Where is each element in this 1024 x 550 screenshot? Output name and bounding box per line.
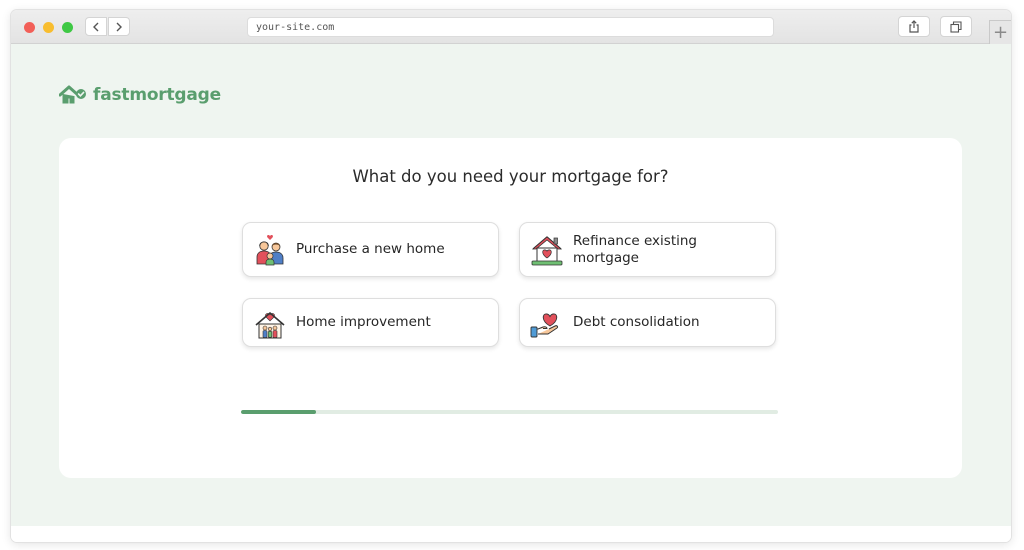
chevron-left-icon [93,22,99,31]
family-icon [256,234,284,265]
hand-heart-icon [530,313,559,337]
progress-bar [241,410,778,414]
questionnaire-card: What do you need your mortgage for? Purc… [59,138,962,478]
option-label: Purchase a new home [296,241,445,257]
maximize-window-button[interactable] [62,22,73,33]
tab-overview-button[interactable] [940,16,972,37]
close-window-button[interactable] [24,22,35,33]
chevron-right-icon [116,22,122,31]
option-label: Debt consolidation [573,314,700,330]
page-content: fastmortgage What do you need your mortg… [11,44,1011,526]
new-tab-button[interactable]: + [989,20,1011,44]
option-purchase-new-home[interactable]: Purchase a new home [242,222,499,277]
option-label: Refinance existing mortgage [573,232,697,266]
plus-icon: + [992,22,1009,43]
option-label: Home improvement [296,314,431,330]
option-refinance-existing-mortgage[interactable]: Refinance existing mortgage [519,222,776,277]
house-check-icon [59,85,86,104]
question-heading: What do you need your mortgage for? [352,167,669,186]
progress-fill [241,410,317,414]
brand-logo[interactable]: fastmortgage [59,82,221,108]
url-text: your-site.com [256,21,335,33]
browser-toolbar: your-site.com + [11,10,1011,44]
minimize-window-button[interactable] [43,22,54,33]
browser-window: your-site.com + fastmortgage What do you… [11,10,1011,542]
tabs-icon [950,20,962,33]
option-debt-consolidation[interactable]: Debt consolidation [519,298,776,347]
house-heart-icon [531,235,563,265]
option-home-improvement[interactable]: Home improvement [242,298,499,347]
address-bar[interactable]: your-site.com [247,17,774,37]
forward-button[interactable] [108,17,130,36]
home-family-icon [255,311,285,338]
share-button[interactable] [898,16,930,37]
share-icon [909,20,919,33]
page-footer [11,526,1011,542]
brand-name: fastmortgage [93,85,221,105]
back-button[interactable] [85,17,107,36]
